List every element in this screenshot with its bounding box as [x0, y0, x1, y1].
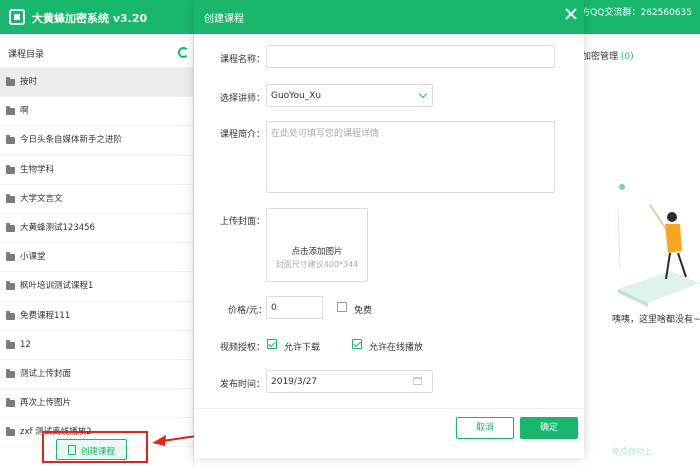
folder-icon	[6, 222, 15, 232]
tab-encrypt-label: 加密管理	[582, 52, 619, 62]
course-sidebar: 课程目录 按时 啊 今日头条自媒体新手之进阶 生物学科 大学文言文 大黄蜂测试1…	[0, 34, 194, 467]
course-item[interactable]: 免费课程111	[0, 302, 193, 331]
course-item[interactable]: 测试上传封面	[0, 360, 193, 390]
folder-icon	[6, 77, 15, 86]
right-panel: 加密管理 (0) 咦咦，这里啥都没有~试 免成自动上	[582, 34, 700, 467]
course-item-label: 小课堂	[20, 252, 46, 263]
dialog-header: 创建课程	[194, 0, 584, 34]
folder-icon	[6, 368, 15, 378]
tab-encrypt-count: (0)	[620, 52, 634, 62]
empty-illustration-icon	[617, 184, 700, 307]
course-item[interactable]: 大黄蜂测试123456	[0, 214, 193, 244]
app-title: 大黄蜂加密系统 v3.20	[32, 12, 148, 25]
free-checkbox[interactable]	[337, 302, 347, 312]
course-item-label: 今日头条自媒体新手之进阶	[20, 135, 123, 146]
create-course-dialog: 创建课程 课程名称： 选择讲师： GuoYou_Xu 课程简介： 在此处可填写您…	[194, 0, 584, 458]
course-item-label: 啊	[20, 106, 29, 117]
course-item-label: 按时	[20, 77, 38, 87]
course-item-label: 免费课程111	[20, 310, 71, 321]
chevron-down-icon	[418, 89, 428, 99]
course-item[interactable]: 再次上传图片	[0, 389, 193, 419]
price-label: 价格/元：	[228, 306, 268, 316]
course-item-label: 再次上传图片	[20, 398, 72, 409]
refresh-icon[interactable]	[178, 47, 189, 58]
app-logo-icon	[9, 9, 25, 25]
course-item-label: 测试上传封面	[20, 368, 72, 379]
tab-encrypt-manage[interactable]: 加密管理 (0)	[582, 49, 634, 62]
course-item[interactable]: 枫叶培训测试课程1	[0, 272, 193, 302]
confirm-button[interactable]: 确定	[520, 417, 578, 439]
folder-icon	[6, 135, 15, 145]
course-item[interactable]: 小课堂	[0, 243, 193, 273]
dialog-title: 创建课程	[204, 14, 244, 25]
course-item[interactable]: 生物学科	[0, 156, 193, 185]
price-input[interactable]: 0	[266, 296, 323, 319]
teacher-value: GuoYou_Xu	[271, 91, 322, 101]
highlight-box	[42, 431, 148, 463]
free-label: 免费	[354, 306, 373, 316]
calendar-icon[interactable]	[413, 377, 422, 385]
folder-icon	[6, 106, 15, 116]
folder-icon	[6, 398, 15, 408]
folder-icon	[6, 164, 15, 174]
publish-date-label: 发布时间：	[220, 380, 266, 390]
close-icon[interactable]	[564, 7, 578, 21]
allow-online-checkbox[interactable]	[352, 339, 362, 349]
course-item-label: 大学文言文	[20, 193, 63, 204]
course-item[interactable]: 12	[0, 331, 193, 360]
cover-upload-area[interactable]: 点击添加图片 封面尺寸建议400*344	[266, 208, 368, 282]
course-desc-label: 课程简介：	[220, 130, 266, 140]
course-name-label: 课程名称：	[220, 55, 266, 65]
sidebar-header: 课程目录	[0, 34, 193, 68]
publish-date-value: 2019/3/27	[271, 377, 318, 387]
course-item-label: 12	[20, 339, 31, 350]
folder-icon	[6, 281, 15, 291]
auto-text: 免成自动上	[612, 447, 652, 456]
folder-icon	[6, 193, 15, 203]
cover-add-text: 点击添加图片	[291, 247, 343, 257]
cover-size-hint: 封面尺寸建议400*344	[275, 260, 359, 269]
course-item-label: 大黄蜂测试123456	[20, 222, 95, 233]
cancel-button[interactable]: 取消	[456, 417, 514, 439]
cover-label: 上传封面：	[220, 217, 266, 227]
teacher-select[interactable]: GuoYou_Xu	[266, 84, 433, 107]
course-item-label: 生物学科	[20, 164, 55, 175]
allow-online-label: 允许在线播放	[369, 343, 424, 353]
dialog-divider	[194, 408, 584, 409]
sidebar-title: 课程目录	[8, 50, 45, 60]
empty-state-text: 咦咦，这里啥都没有~试	[612, 315, 700, 325]
publish-date-input[interactable]: 2019/3/27	[266, 370, 433, 393]
allow-download-label: 允许下载	[284, 343, 321, 353]
course-name-input[interactable]	[266, 45, 555, 68]
qq-group-text: 方QQ交流群：262560635	[581, 8, 692, 18]
folder-icon	[6, 339, 15, 349]
allow-download-checkbox[interactable]	[267, 339, 277, 349]
course-item-label: 枫叶培训测试课程1	[20, 281, 94, 292]
course-desc-textarea[interactable]: 在此处可填写您的课程详情	[266, 121, 555, 193]
folder-icon	[6, 310, 15, 320]
folder-icon	[6, 427, 15, 437]
course-item[interactable]: 今日头条自媒体新手之进阶	[0, 126, 193, 156]
teacher-label: 选择讲师：	[220, 94, 266, 104]
course-item[interactable]: 大学文言文	[0, 185, 193, 214]
course-item[interactable]: 啊	[0, 97, 193, 127]
folder-icon	[6, 252, 15, 262]
course-item[interactable]: 按时	[0, 68, 193, 98]
video-auth-label: 视频授权：	[220, 343, 266, 353]
